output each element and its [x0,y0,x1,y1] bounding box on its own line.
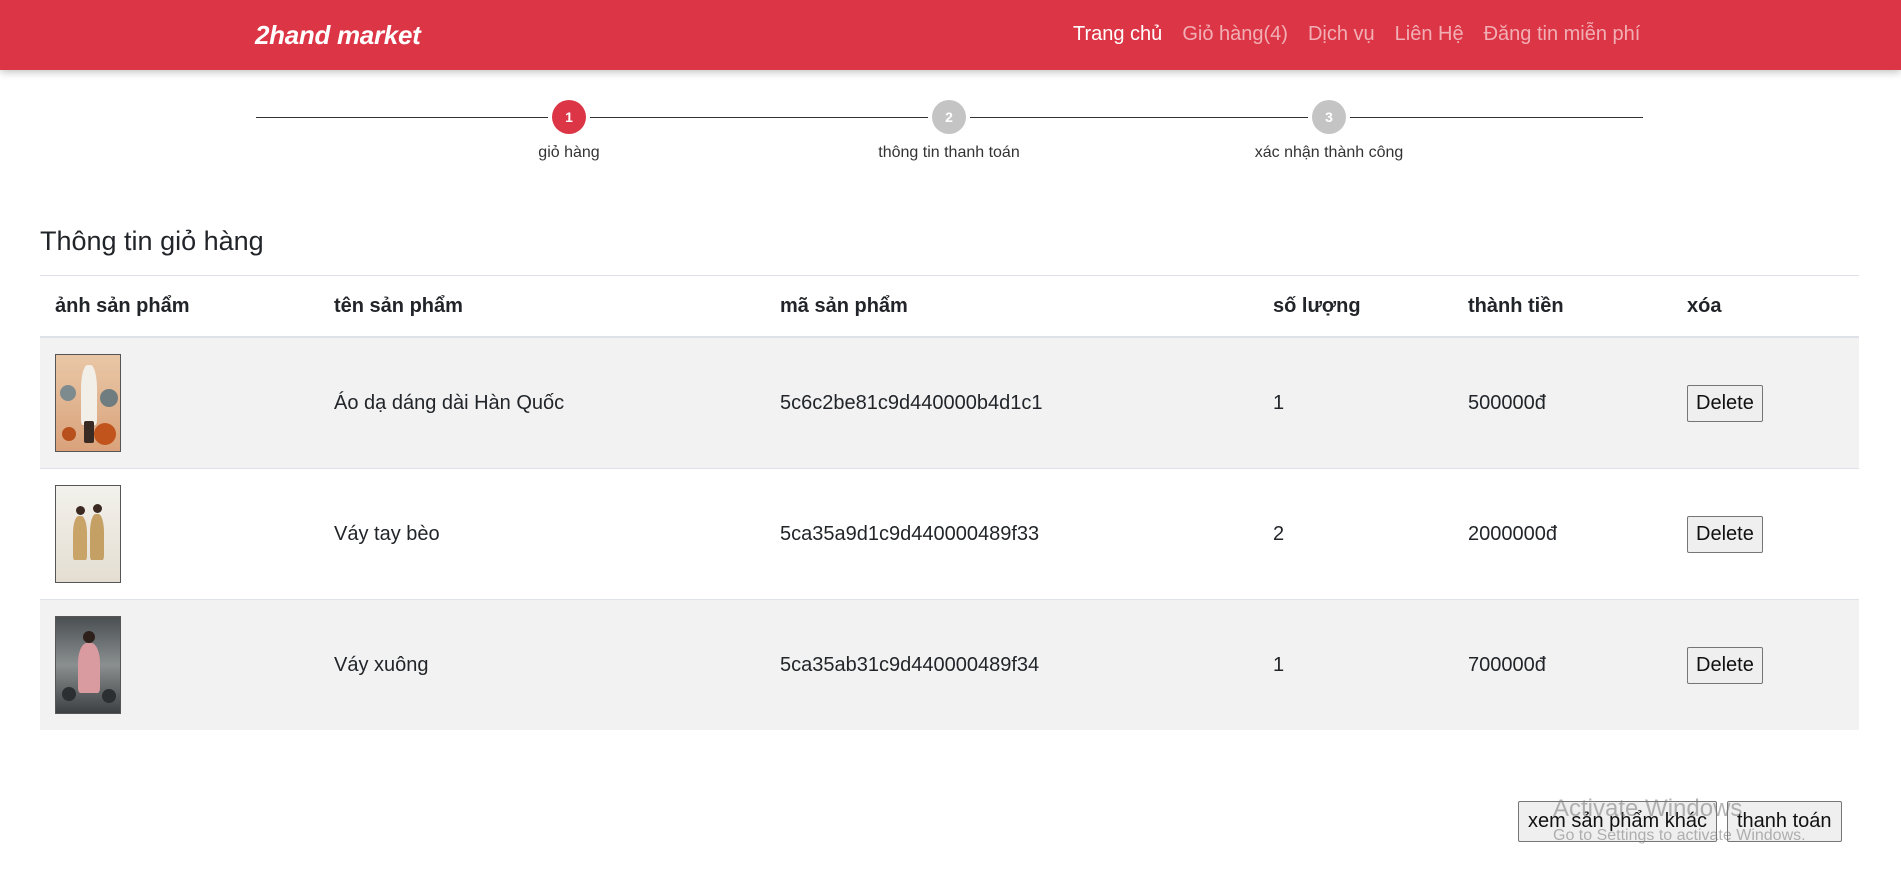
step-label: giỏ hàng [538,144,600,161]
product-total: 2000000đ [1453,468,1672,600]
table-header-row: ảnh sản phẩm tên sản phẩm mã sản phẩm số… [40,275,1859,338]
product-name: Váy tay bèo [319,468,765,600]
nav-link-cart[interactable]: Giỏ hàng(4) [1182,23,1288,46]
step-label: thông tin thanh toán [878,144,1020,161]
table-row: Áo dạ dáng dài Hàn Quốc 5c6c2be81c9d4400… [40,336,1859,469]
cart-title: Thông tin giỏ hàng [40,226,264,256]
nav-link-post-free[interactable]: Đăng tin miễn phí [1484,23,1641,46]
nav-links: Trang chủ Giỏ hàng(4) Dịch vụ Liên Hệ Đă… [1073,23,1640,46]
nav-link-contact[interactable]: Liên Hệ [1395,23,1464,46]
column-header-name: tên sản phẩm [319,275,765,338]
delete-cell: Delete [1672,336,1859,469]
nav-link-home[interactable]: Trang chủ [1073,23,1162,46]
delete-button[interactable]: Delete [1687,384,1763,422]
product-image [55,485,121,583]
step-payment-info: 2 thông tin thanh toán [829,100,1069,162]
column-header-delete: xóa [1672,275,1859,338]
column-header-image: ảnh sản phẩm [40,275,319,338]
product-name: Áo dạ dáng dài Hàn Quốc [319,336,765,469]
top-navbar: 2hand market Trang chủ Giỏ hàng(4) Dịch … [0,0,1901,70]
delete-cell: Delete [1672,599,1859,730]
product-code: 5c6c2be81c9d440000b4d1c1 [765,336,1258,469]
delete-cell: Delete [1672,468,1859,600]
brand-logo[interactable]: 2hand market [255,20,421,51]
product-total: 500000đ [1453,336,1672,469]
checkout-stepper: 1 giỏ hàng 2 thông tin thanh toán 3 xác … [256,100,1643,180]
product-image-cell [40,468,319,600]
product-quantity: 1 [1258,336,1453,469]
product-code: 5ca35a9d1c9d440000489f33 [765,468,1258,600]
column-header-total: thành tiền [1453,275,1672,338]
product-image-cell [40,599,319,730]
delete-button[interactable]: Delete [1687,515,1763,553]
nav-link-services[interactable]: Dịch vụ [1308,23,1375,46]
cart-table: ảnh sản phẩm tên sản phẩm mã sản phẩm số… [40,275,1859,730]
column-header-quantity: số lượng [1258,275,1453,338]
product-name: Váy xuông [319,599,765,730]
step-label: xác nhận thành công [1254,144,1404,161]
step-number: 3 [1312,100,1346,134]
product-image [55,354,121,452]
table-row: Váy xuông 5ca35ab31c9d440000489f34 1 700… [40,599,1859,730]
table-row: Váy tay bèo 5ca35a9d1c9d440000489f33 2 2… [40,468,1859,600]
step-cart: 1 giỏ hàng [449,100,689,162]
checkout-button[interactable]: thanh toán [1726,801,1842,842]
product-total: 700000đ [1453,599,1672,730]
more-products-button[interactable]: xem sản phẩm khác [1518,801,1717,842]
product-code: 5ca35ab31c9d440000489f34 [765,599,1258,730]
step-confirmation: 3 xác nhận thành công [1209,100,1449,162]
product-image-cell [40,336,319,469]
step-number: 2 [932,100,966,134]
product-quantity: 1 [1258,599,1453,730]
column-header-code: mã sản phẩm [765,275,1258,338]
delete-button[interactable]: Delete [1687,646,1763,684]
product-quantity: 2 [1258,468,1453,600]
product-image [55,616,121,714]
cart-actions: xem sản phẩm khác thanh toán [1518,801,1842,842]
step-number: 1 [552,100,586,134]
